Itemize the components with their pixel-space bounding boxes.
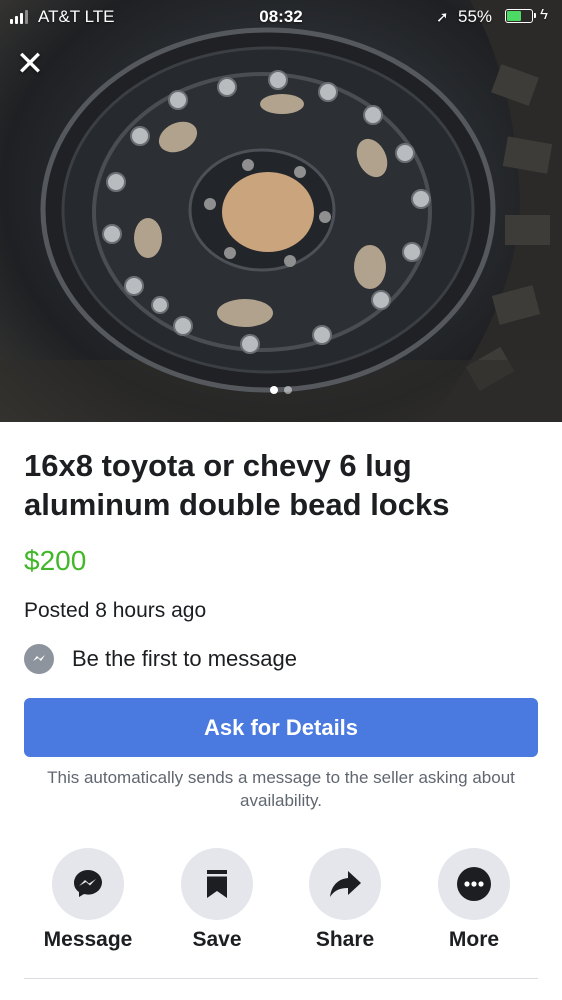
message-circle bbox=[52, 848, 124, 920]
ask-for-details-button[interactable]: Ask for Details bbox=[24, 698, 538, 757]
more-circle bbox=[438, 848, 510, 920]
bookmark-icon bbox=[207, 870, 227, 898]
more-button[interactable]: More bbox=[419, 848, 529, 952]
photo-pager bbox=[0, 386, 562, 394]
wheel-photo-graphic bbox=[0, 0, 562, 422]
status-bar: AT&T LTE 08:32 ➚ 55% ϟ bbox=[0, 0, 562, 32]
pager-dot[interactable] bbox=[284, 386, 292, 394]
share-arrow-icon bbox=[330, 871, 361, 897]
message-button[interactable]: Message bbox=[33, 848, 143, 952]
more-dots-icon bbox=[457, 867, 491, 901]
location-arrow-icon: ➚ bbox=[436, 9, 449, 26]
charging-bolt-icon: ϟ bbox=[540, 6, 548, 23]
share-label: Share bbox=[315, 928, 375, 951]
messenger-icon bbox=[24, 644, 54, 674]
battery-percentage: 55% bbox=[458, 7, 493, 26]
close-icon: ✕ bbox=[15, 45, 45, 83]
listing-photo[interactable]: AT&T LTE 08:32 ➚ 55% ϟ ✕ bbox=[0, 0, 562, 422]
share-circle bbox=[309, 848, 381, 920]
action-bar: Message Save Share More bbox=[24, 848, 538, 958]
save-label: Save bbox=[192, 928, 242, 951]
first-to-message-row: Be the first to message bbox=[24, 644, 297, 674]
battery-icon bbox=[505, 9, 536, 23]
pager-dot-active[interactable] bbox=[270, 386, 278, 394]
section-divider bbox=[24, 978, 538, 979]
listing-title: 16x8 toyota or chevy 6 lug aluminum doub… bbox=[24, 448, 450, 522]
message-label: Message bbox=[43, 928, 133, 951]
posted-time: Posted 8 hours ago bbox=[24, 599, 207, 622]
close-button[interactable]: ✕ bbox=[12, 46, 48, 82]
share-button[interactable]: Share bbox=[290, 848, 400, 952]
first-to-message-label: Be the first to message bbox=[72, 646, 297, 671]
more-label: More bbox=[448, 928, 500, 951]
save-button[interactable]: Save bbox=[162, 848, 272, 952]
listing-price: $200 bbox=[24, 545, 87, 576]
ask-note: This automatically sends a message to th… bbox=[47, 768, 515, 810]
messenger-icon bbox=[74, 870, 102, 897]
save-circle bbox=[181, 848, 253, 920]
